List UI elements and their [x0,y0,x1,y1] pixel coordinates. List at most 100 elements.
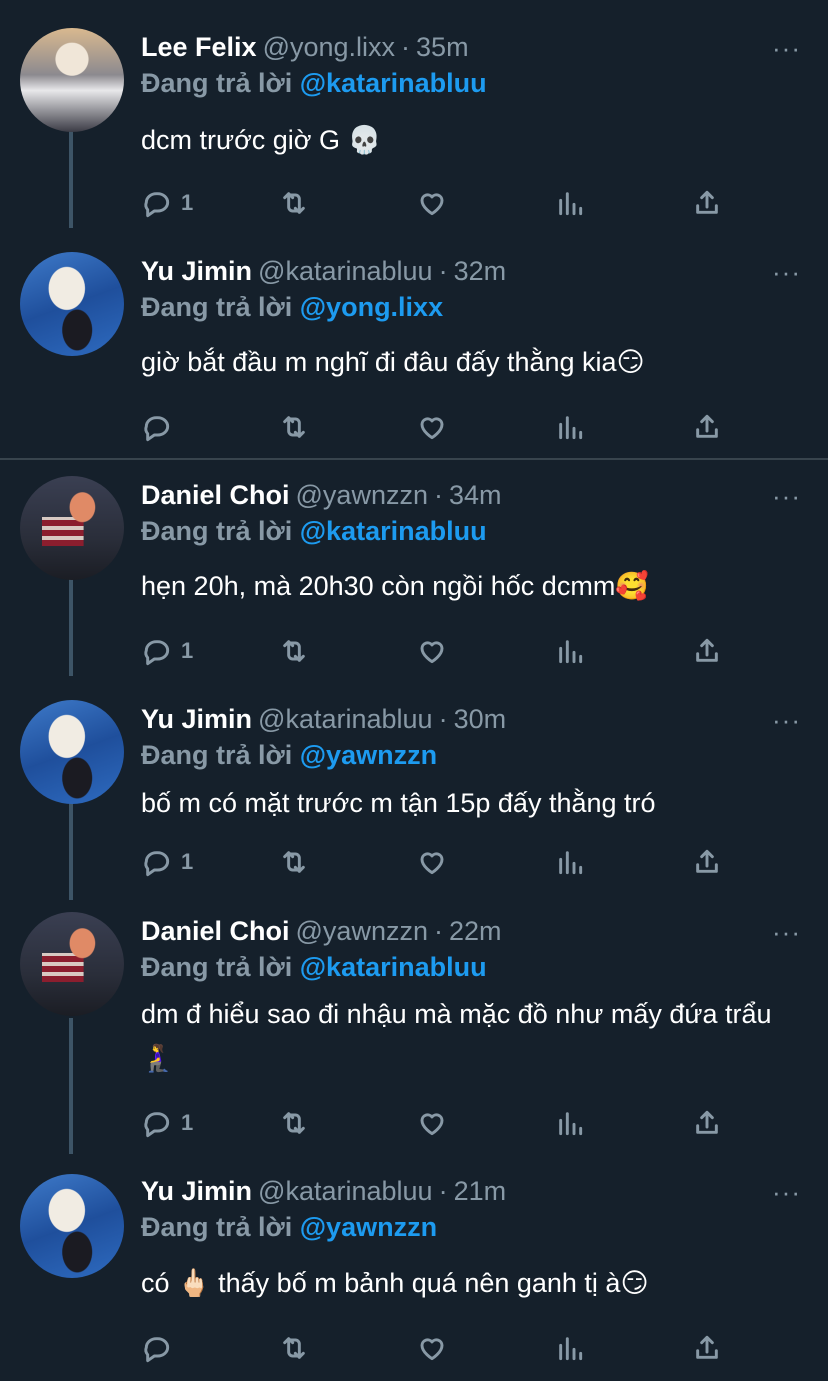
timestamp[interactable]: 22m [449,916,502,946]
like-button[interactable] [416,1330,448,1366]
like-button[interactable] [416,185,448,221]
avatar[interactable] [20,1174,124,1278]
retweet-button[interactable] [278,844,310,880]
heart-icon [420,417,444,440]
tweet[interactable]: Daniel Choi @yawnzzn · 22m ··· Đang trả lời… [0,898,828,1158]
retweet-icon [283,192,305,214]
replying-to-handle[interactable]: @yawnzzn [300,740,437,770]
like-button[interactable] [416,633,448,669]
replying-to-handle[interactable]: @yong.lixx [300,292,443,322]
share-button[interactable] [691,844,723,880]
replying-to-handle[interactable]: @katarinabluu [300,952,487,982]
timestamp[interactable]: 30m [454,704,507,734]
more-options-button[interactable]: ··· [772,707,801,733]
display-name[interactable]: Yu Jimin [141,704,252,734]
like-button[interactable] [416,1105,448,1141]
avatar[interactable] [20,912,124,1016]
display-name[interactable]: Daniel Choi [141,916,290,946]
stats-icon [559,1112,583,1136]
stats-icon [559,640,583,664]
retweet-button[interactable] [278,633,310,669]
replying-to-handle[interactable]: @katarinabluu [300,68,487,98]
retweet-button[interactable] [278,185,310,221]
handle[interactable]: @yong.lixx [263,32,395,62]
reply-button[interactable] [141,1330,181,1366]
analytics-button[interactable] [554,409,586,445]
analytics-button[interactable] [554,1105,586,1141]
like-button[interactable] [416,844,448,880]
display-name[interactable]: Lee Felix [141,32,257,62]
handle[interactable]: @katarinabluu [258,256,433,286]
avatar[interactable] [20,700,124,804]
handle[interactable]: @yawnzzn [296,916,428,946]
analytics-button[interactable] [554,185,586,221]
reply-icon [144,1337,170,1363]
replying-to: Đang trả lời @katarinabluu [141,515,487,547]
share-icon [696,190,718,214]
handle[interactable]: @katarinabluu [258,704,433,734]
separator-dot: · [433,916,443,946]
like-button[interactable] [416,409,448,445]
tweet[interactable]: Yu Jimin @katarinabluu · 30m ··· Đang trả l… [0,682,828,898]
tweet-actions [141,1330,741,1366]
avatar[interactable] [20,252,124,356]
reply-button[interactable]: 1 [141,185,193,221]
tweet-actions: 1 [141,185,741,221]
stats-icon [559,851,583,875]
separator-dot: · [438,704,448,734]
timestamp[interactable]: 35m [416,32,469,62]
tweet-header: Yu Jimin @katarinabluu · 32m [141,255,506,287]
tweet[interactable]: Yu Jimin @katarinabluu · 21m ··· Đang trả l… [0,1158,828,1381]
reply-icon [144,192,170,218]
stats-icon [559,416,583,440]
tweet-text: dcm trước giờ G 💀 [141,125,382,155]
retweet-button[interactable] [278,1105,310,1141]
share-button[interactable] [691,1105,723,1141]
retweet-icon [283,416,305,438]
reply-button[interactable]: 1 [141,1105,193,1141]
stats-icon [559,1337,583,1361]
replying-label: Đang trả lời [141,1212,293,1242]
tweet[interactable]: Lee Felix @yong.lixx · 35m ··· Đang trả lời… [0,0,828,230]
tweet-header: Yu Jimin @katarinabluu · 21m [141,1175,506,1207]
share-icon [696,1110,718,1134]
more-options-button[interactable]: ··· [772,483,801,509]
analytics-button[interactable] [554,633,586,669]
replying-to: Đang trả lời @yong.lixx [141,291,443,323]
avatar[interactable] [20,476,124,580]
more-options-button[interactable]: ··· [772,259,801,285]
tweet[interactable]: Daniel Choi @yawnzzn · 34m ··· Đang trả lời… [0,460,828,682]
share-button[interactable] [691,633,723,669]
share-button[interactable] [691,185,723,221]
display-name[interactable]: Yu Jimin [141,1176,252,1206]
reply-button[interactable]: 1 [141,844,193,880]
more-options-button[interactable]: ··· [772,919,801,945]
display-name[interactable]: Daniel Choi [141,480,290,510]
more-options-button[interactable]: ··· [772,35,801,61]
avatar[interactable] [20,28,124,132]
handle[interactable]: @yawnzzn [296,480,428,510]
replying-to-handle[interactable]: @yawnzzn [300,1212,437,1242]
retweet-button[interactable] [278,1330,310,1366]
handle[interactable]: @katarinabluu [258,1176,433,1206]
retweet-button[interactable] [278,409,310,445]
timestamp[interactable]: 32m [454,256,507,286]
replying-label: Đang trả lời [141,68,293,98]
timestamp[interactable]: 21m [454,1176,507,1206]
timestamp[interactable]: 34m [449,480,502,510]
analytics-button[interactable] [554,844,586,880]
tweet[interactable]: Yu Jimin @katarinabluu · 32m ··· Đang trả l… [0,230,828,458]
heart-icon [420,1113,444,1136]
reply-button[interactable]: 1 [141,633,193,669]
reply-button[interactable] [141,409,181,445]
share-button[interactable] [691,1330,723,1366]
analytics-button[interactable] [554,1330,586,1366]
share-button[interactable] [691,409,723,445]
replying-to: Đang trả lời @katarinabluu [141,67,487,99]
display-name[interactable]: Yu Jimin [141,256,252,286]
heart-icon [420,852,444,875]
replying-to-handle[interactable]: @katarinabluu [300,516,487,546]
retweet-icon [283,1112,305,1134]
reply-icon [144,640,170,666]
more-options-button[interactable]: ··· [772,1179,801,1205]
